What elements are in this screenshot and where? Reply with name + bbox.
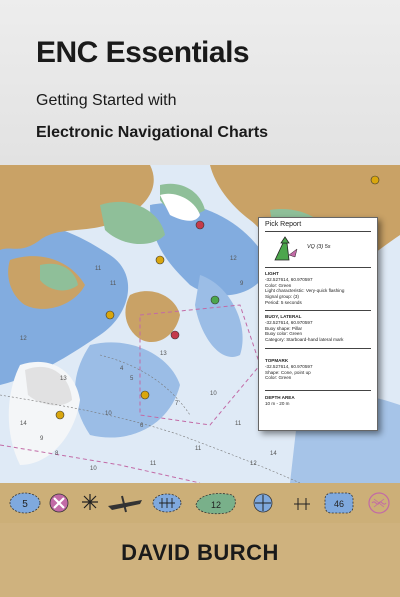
depth-5-icon: 5 (9, 492, 41, 514)
section-line: Color: Green (265, 375, 292, 381)
section-heading: DEPTH AREA (265, 395, 295, 400)
section-line: Signal group: (3) (265, 294, 299, 300)
pick-section-depth-area: DEPTH AREA 10 m - 20 m (265, 395, 373, 407)
section-line: Light characteristic: Very-quick flashin… (265, 288, 345, 294)
chart-symbols-strip: 5 12 46 (0, 483, 400, 523)
book-title: ENC Essentials (36, 36, 250, 69)
book-cover: ENC Essentials Getting Started with Elec… (0, 0, 400, 597)
section-line: Buoy shape: Pillar (265, 325, 303, 331)
divider (265, 267, 371, 268)
cover-header: ENC Essentials Getting Started with Elec… (0, 0, 400, 165)
depth-12-label: 12 (211, 500, 221, 510)
depth-area-12-icon: 12 (195, 493, 236, 515)
section-line: Period: 5 seconds (265, 299, 302, 305)
section-line: Category: Starboard-hand lateral mark (265, 337, 344, 343)
light-characteristic-label: VQ (3) 5s (307, 244, 331, 250)
depth-46-label: 46 (334, 499, 344, 509)
sounding-label: 11 (110, 281, 117, 287)
sounding-label: 14 (270, 451, 277, 457)
sounding-label: 12 (250, 461, 257, 467)
obstruction-icon (152, 493, 182, 513)
sounding-label: 11 (95, 266, 102, 272)
sounding-label: 10 (90, 466, 97, 472)
divider (265, 310, 371, 311)
pick-section-light: LIGHT -32.527614, 60.970597 Color: Green… (265, 271, 373, 306)
section-line: -32.527614, 60.970597 (265, 276, 313, 282)
section-heading: BUOY, LATERAL (265, 314, 302, 319)
section-heading: LIGHT (265, 271, 279, 276)
section-line: -32.527614, 60.970597 (265, 363, 313, 369)
green-buoy-light-icon (274, 236, 298, 261)
sounding-label: 10 (210, 391, 217, 397)
sounding-label: 12 (20, 336, 27, 342)
sounding-label: 11 (235, 421, 242, 427)
subtitle-line-2: Electronic Navigational Charts (36, 124, 269, 141)
section-line: Color: Green (265, 282, 292, 288)
sounding-label: 13 (160, 351, 167, 357)
sounding-label: 13 (60, 376, 67, 382)
divider (265, 390, 371, 391)
rock-star-icon (82, 494, 98, 510)
divider (265, 348, 371, 349)
section-line: Shape: Cone, point up (265, 369, 311, 375)
sounding-label: 10 (105, 411, 112, 417)
pick-report-panel: Pick Report VQ (3) 5s LIGHT -32.527614, … (258, 217, 378, 431)
author-name: DAVID BURCH (121, 540, 279, 565)
danger-cross-icon (49, 493, 69, 513)
buoy-green-icon (253, 493, 273, 513)
section-line: 10 m - 20 m (265, 400, 290, 406)
anchorage-icon (368, 492, 390, 514)
sounding-label: 11 (195, 446, 202, 452)
depth-46-icon: 46 (324, 492, 354, 514)
pick-section-buoy: BUOY, LATERAL -32.527614, 60.970597 Buoy… (265, 314, 373, 343)
sounding-label: 12 (230, 256, 237, 262)
section-line: Buoy color: Green (265, 331, 303, 337)
depth-5-label: 5 (22, 499, 28, 510)
section-line: -32.527614, 60.970597 (265, 319, 313, 325)
sounding-label: 11 (150, 461, 157, 467)
sounding-label: 14 (20, 421, 27, 427)
subtitle-line-1: Getting Started with (36, 92, 177, 109)
section-heading: TOPMARK (265, 358, 289, 363)
foul-ground-icon (294, 498, 310, 510)
wreck-icon (108, 495, 142, 513)
divider (265, 231, 371, 232)
pick-report-title: Pick Report (265, 221, 302, 228)
pick-section-topmark: TOPMARK -32.527614, 60.970597 Shape: Con… (265, 358, 373, 381)
